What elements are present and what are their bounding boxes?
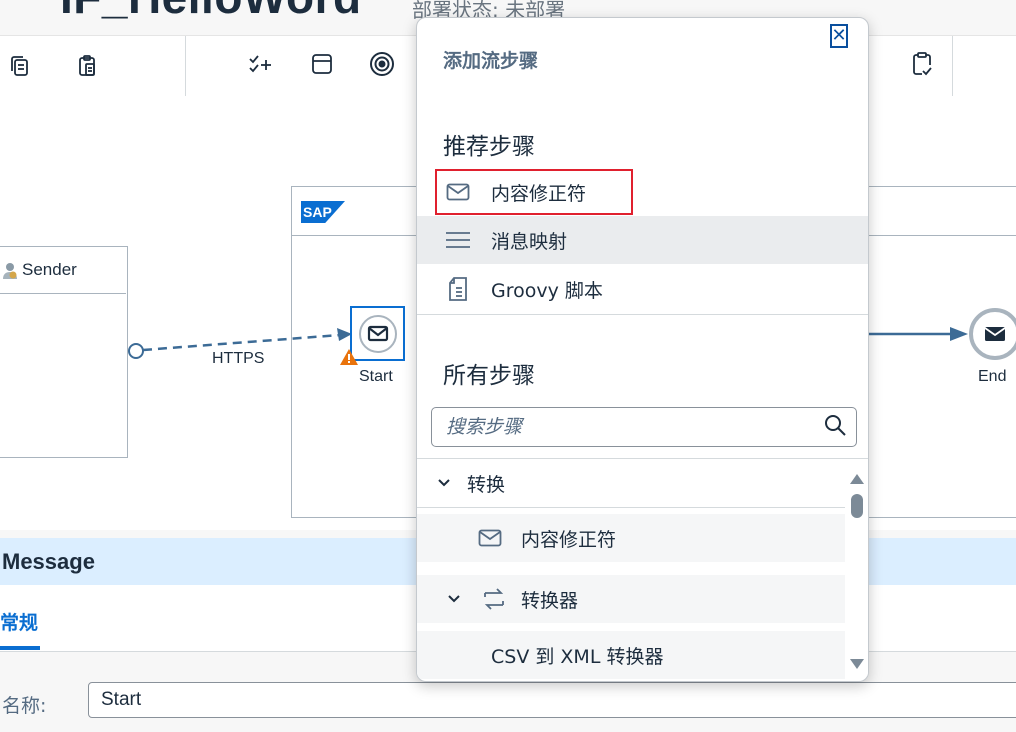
- end-arrow-head: [950, 327, 968, 341]
- search-input[interactable]: [444, 415, 824, 439]
- selection-highlight: [435, 169, 633, 215]
- tree-item-label: 内容修正符: [521, 528, 617, 551]
- converter-icon: [481, 586, 507, 612]
- lines-icon: [445, 227, 471, 253]
- search-icon[interactable]: [824, 414, 846, 440]
- https-connection-line: [142, 333, 341, 352]
- warning-icon: [339, 348, 359, 370]
- recommended-item-label: Groovy 脚本: [491, 279, 603, 302]
- tree-item-content-modifier[interactable]: 内容修正符: [417, 514, 845, 562]
- tree-item-transformation[interactable]: 转换: [417, 459, 845, 507]
- tab-general-indicator: [0, 646, 40, 650]
- tree-item-label: 转换: [467, 473, 506, 496]
- tree-item-label: 转换器: [521, 589, 579, 612]
- tree-item-converter[interactable]: 转换器: [417, 575, 845, 623]
- document-icon: [445, 276, 471, 302]
- recommended-groovy-script[interactable]: Groovy 脚本: [417, 265, 868, 313]
- name-field[interactable]: Start: [88, 682, 1016, 718]
- all-steps-heading: 所有步骤: [443, 363, 535, 389]
- envelope-icon: [358, 314, 397, 353]
- add-flow-step-popover: 添加流步骤 ✕ 推荐步骤 内容修正符 消息映射 Groovy 脚本 所有步骤 转…: [416, 17, 869, 682]
- tree-item-csv-to-xml[interactable]: CSV 到 XML 转换器: [417, 631, 845, 679]
- end-event[interactable]: [968, 308, 1016, 366]
- envelope-icon: [477, 525, 503, 551]
- start-label: Start: [359, 368, 393, 385]
- section-divider: [417, 314, 868, 315]
- recommended-message-mapping[interactable]: 消息映射: [417, 216, 868, 264]
- end-label: End: [978, 368, 1007, 385]
- end-envelope-icon: [969, 308, 1016, 360]
- search-field[interactable]: [431, 407, 857, 447]
- scroll-up-icon[interactable]: [849, 470, 865, 489]
- scroll-down-icon[interactable]: [849, 655, 865, 674]
- recommended-item-label: 消息映射: [491, 230, 568, 253]
- popover-title: 添加流步骤: [443, 50, 539, 72]
- connection-start-point: [128, 343, 144, 359]
- name-label: 名称:: [2, 695, 47, 717]
- chevron-down-icon: [441, 586, 467, 612]
- tree-divider: [417, 507, 845, 508]
- tab-general[interactable]: 常规: [0, 608, 38, 635]
- scroll-thumb[interactable]: [851, 494, 863, 518]
- https-label: HTTPS: [212, 350, 265, 367]
- recommended-heading: 推荐步骤: [443, 134, 535, 160]
- close-icon[interactable]: ✕: [830, 24, 848, 48]
- properties-title: Message: [2, 549, 95, 574]
- tree-item-label: CSV 到 XML 转换器: [491, 645, 664, 668]
- chevron-down-icon: [431, 470, 457, 496]
